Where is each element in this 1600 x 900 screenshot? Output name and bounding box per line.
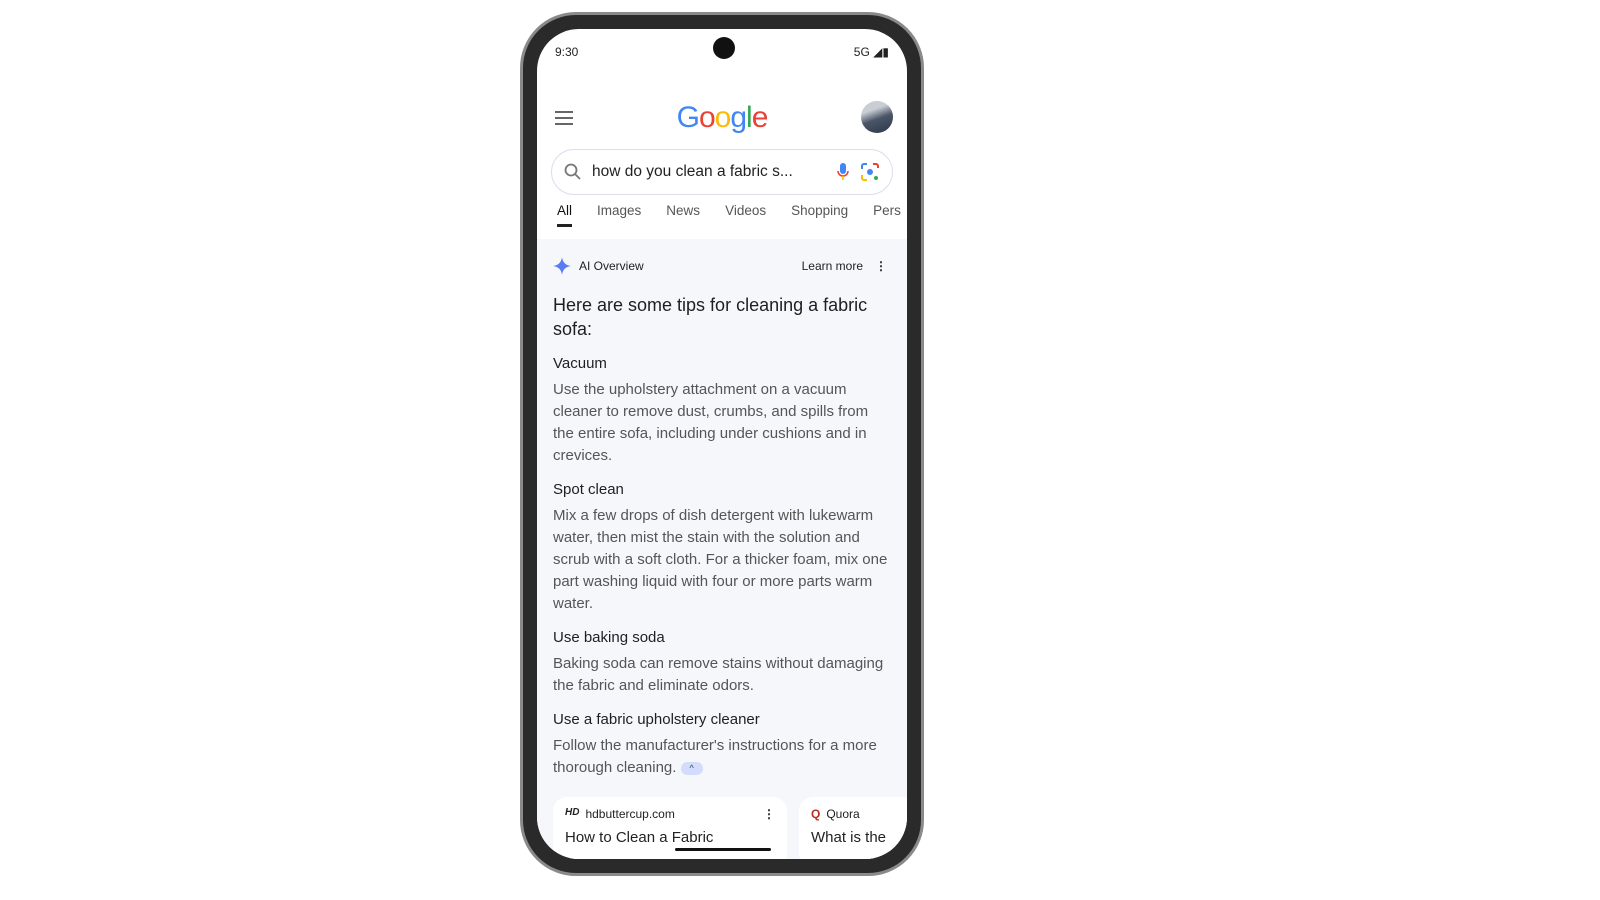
section-body: Baking soda can remove stains without da… — [553, 655, 884, 694]
clock: 9:30 — [555, 45, 579, 59]
tab-videos[interactable]: Videos — [725, 203, 766, 227]
source-site: Quora — [826, 807, 860, 821]
source-site: hdbuttercup.com — [585, 807, 675, 821]
source-title: What is the — [811, 829, 887, 846]
section-body: Use the upholstery attachment on a vacuu… — [553, 381, 869, 464]
mic-icon[interactable] — [836, 162, 850, 182]
section-title: Use a fabric upholstery cleaner — [553, 711, 760, 728]
quora-icon: Q — [811, 807, 821, 821]
section-title: Use baking soda — [553, 629, 665, 646]
ai-intro: Here are some tips for cleaning a fabric… — [553, 295, 868, 339]
section-body: Follow the manufacturer's instructions f… — [553, 737, 877, 776]
tab-all[interactable]: All — [557, 203, 573, 227]
site-icon: HD — [565, 807, 580, 818]
source-title: How to Clean a Fabric — [565, 829, 714, 846]
citation-chevron-icon[interactable]: ^ — [680, 761, 703, 775]
search-input[interactable]: how do you clean a fabric s... — [592, 163, 826, 181]
sparkle-icon — [553, 257, 571, 275]
signal-icon: ◢ — [873, 45, 883, 59]
section-body: Mix a few drops of dish detergent with l… — [553, 507, 888, 612]
lens-icon[interactable] — [860, 162, 880, 182]
learn-more-link[interactable]: Learn more — [802, 259, 863, 273]
source-card[interactable]: Q Quora What is the — [799, 797, 907, 859]
camera-cutout — [713, 37, 735, 59]
search-icon — [564, 163, 581, 180]
ai-overview: AI Overview Learn more ⋮ Here are some t… — [537, 239, 907, 859]
search-tabs: All Images News Videos Shopping Pers — [557, 203, 901, 227]
screen: 9:30 5G ◢▮ Google how do you clean a fab… — [537, 29, 907, 859]
more-options-icon[interactable]: ⋮ — [763, 807, 775, 821]
ai-overview-label: AI Overview — [579, 259, 644, 273]
section-title: Spot clean — [553, 481, 624, 498]
more-options-icon[interactable]: ⋮ — [871, 259, 891, 273]
tab-news[interactable]: News — [666, 203, 700, 227]
tab-perspectives[interactable]: Pers — [873, 203, 901, 227]
avatar[interactable] — [861, 101, 893, 133]
section-title: Vacuum — [553, 355, 607, 372]
tab-shopping[interactable]: Shopping — [791, 203, 848, 227]
network-label: 5G — [853, 45, 870, 59]
google-logo[interactable]: Google — [537, 101, 907, 135]
phone-frame: 9:30 5G ◢▮ Google how do you clean a fab… — [520, 12, 924, 876]
tab-images[interactable]: Images — [597, 203, 641, 227]
search-bar[interactable]: how do you clean a fabric s... — [551, 149, 893, 195]
battery-icon: ▮ — [882, 45, 889, 59]
home-indicator[interactable] — [675, 848, 771, 851]
